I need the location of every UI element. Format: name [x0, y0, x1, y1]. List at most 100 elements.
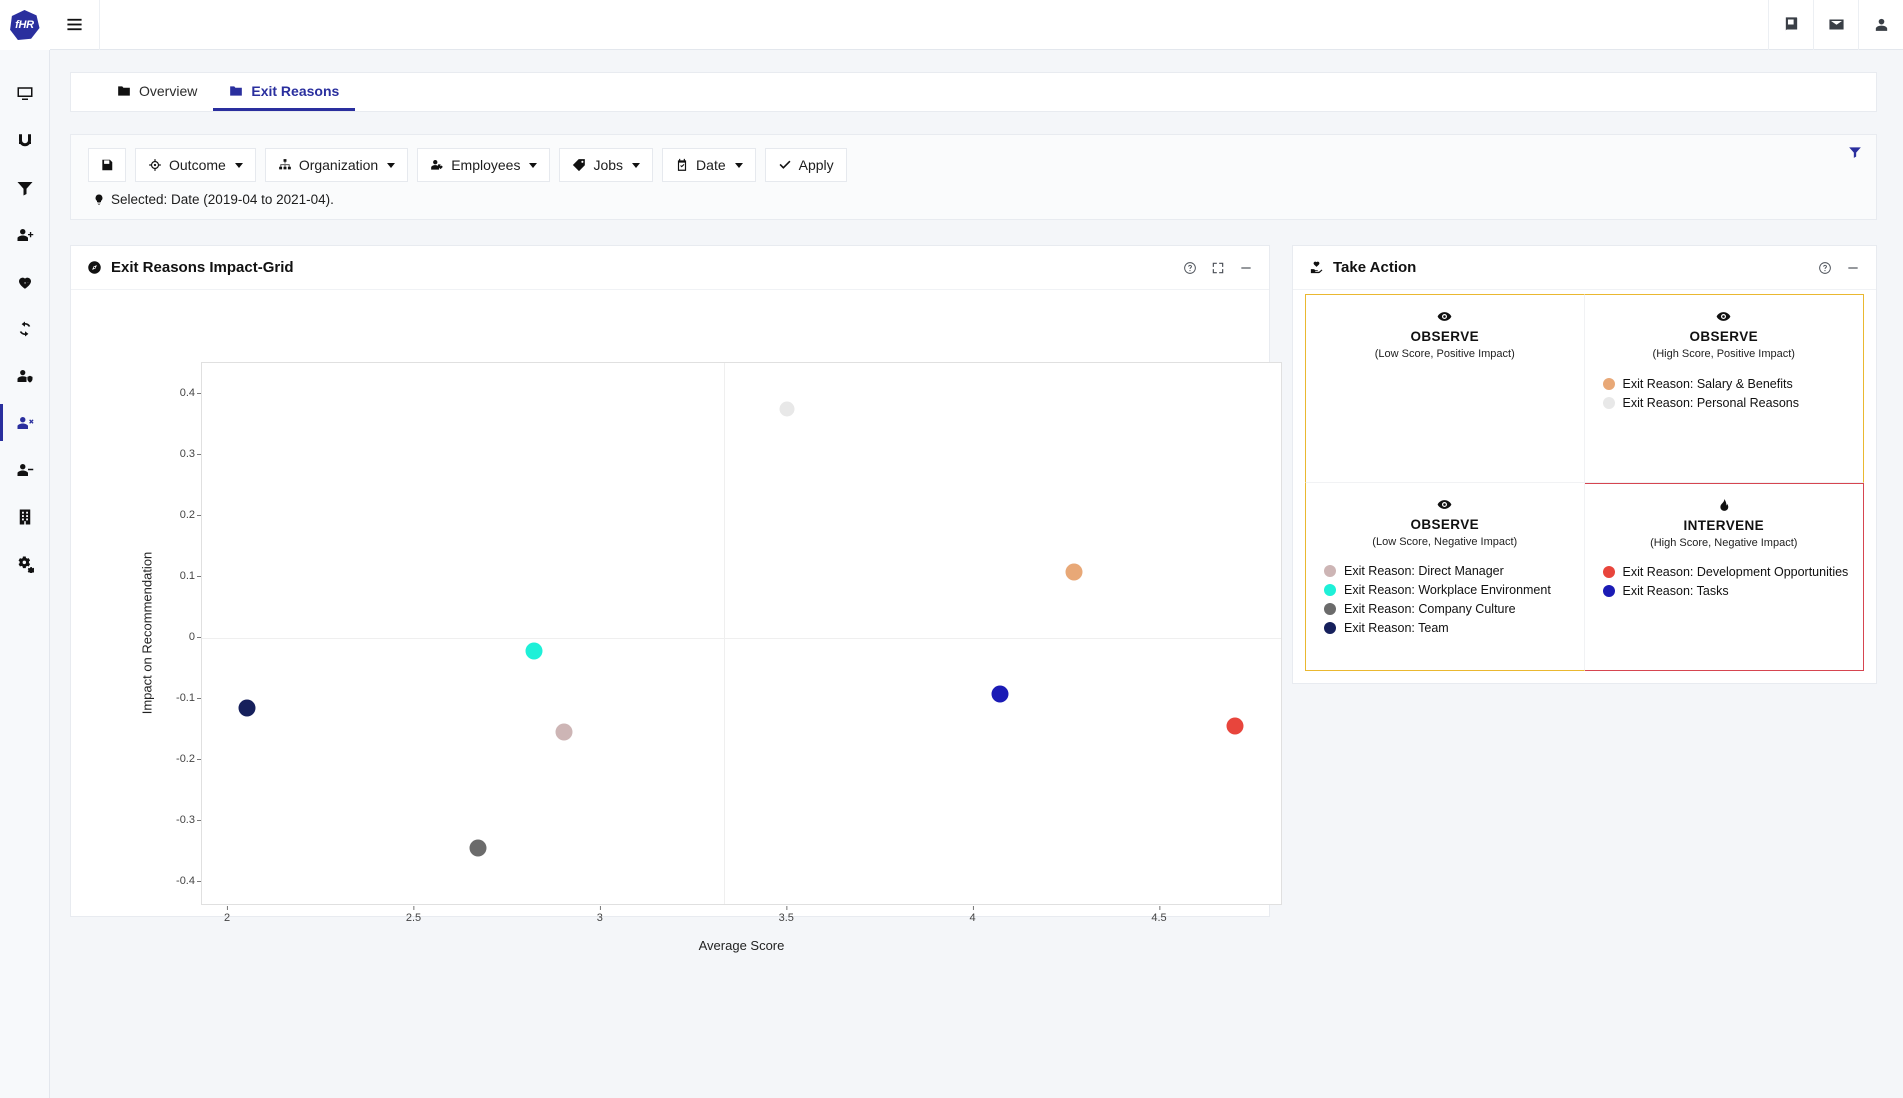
eye-icon: [1716, 312, 1731, 321]
x-tick-label: 2.5: [405, 906, 422, 924]
user-tag-icon: [431, 160, 444, 170]
fullscreen-button[interactable]: [1211, 261, 1225, 275]
color-swatch: [1324, 622, 1336, 634]
chart-card-tools: [1183, 261, 1253, 275]
folder-icon: [230, 85, 243, 96]
action-quadrant-observe-1: OBSERVE (High Score, Positive Impact) Exit…: [1584, 294, 1864, 483]
tab-bar: Overview Exit Reasons: [70, 72, 1877, 112]
eye-icon: [1437, 312, 1452, 321]
scatter-plot: Impact on Recommendation 0.4 0.3 0.2 0.1 0 -0…: [71, 290, 1282, 953]
question-circle-icon: [1184, 261, 1196, 274]
list-item[interactable]: Exit Reason: Workplace Environment: [1324, 581, 1574, 600]
quadrant-title: INTERVENE: [1683, 517, 1765, 533]
sidebar-item-list: [0, 70, 50, 587]
quadrant-line-horizontal: [202, 637, 1281, 639]
help-button[interactable]: [1183, 261, 1197, 275]
list-item[interactable]: Exit Reason: Team: [1324, 619, 1574, 638]
scatter-point[interactable]: [991, 685, 1009, 703]
y-tick-label: -0.1: [176, 691, 201, 704]
list-item[interactable]: Exit Reason: Development Opportunities: [1602, 563, 1854, 582]
filter-employees-button[interactable]: Employees: [417, 148, 551, 182]
book-button[interactable]: [1768, 0, 1813, 50]
sidebar-item-dashboard[interactable]: [0, 70, 50, 117]
tab-exit-reasons[interactable]: Exit Reasons: [213, 73, 356, 111]
sidebar-item-attraction[interactable]: [0, 117, 50, 164]
top-bar-actions: [1768, 0, 1903, 50]
y-tick-label: -0.4: [176, 874, 201, 887]
y-tick-label: 0: [188, 630, 202, 643]
envelope-button[interactable]: [1813, 0, 1858, 50]
chevron-down-icon: [387, 162, 396, 168]
brand-logo[interactable]: fHR: [0, 0, 50, 50]
question-circle-icon: [1819, 261, 1831, 274]
filter-button-label: Outcome: [169, 157, 226, 173]
calendar-check-icon: [677, 158, 687, 171]
collapse-button[interactable]: [1239, 261, 1253, 275]
scatter-point[interactable]: [525, 642, 543, 660]
scatter-point[interactable]: [1226, 717, 1244, 735]
y-tick-label: 0.4: [179, 386, 202, 399]
filter-jobs-button[interactable]: Jobs: [559, 148, 654, 182]
sidebar-item-compliance[interactable]: [0, 352, 50, 399]
book-icon: [1785, 17, 1797, 31]
sidebar-item-settings[interactable]: [0, 540, 50, 587]
sidebar-item-organization[interactable]: [0, 493, 50, 540]
color-swatch: [1602, 396, 1615, 409]
quadrant-title: OBSERVE: [1410, 516, 1480, 532]
action-card-tools: [1818, 261, 1860, 275]
brand-badge-label: fHR: [10, 10, 40, 40]
scatter-point[interactable]: [779, 401, 795, 417]
list-item-label: Exit Reason: Salary & Benefits: [1622, 376, 1793, 391]
user-button[interactable]: [1858, 0, 1903, 50]
quadrant-item-list: Exit Reason: Development Opportunities Ex…: [1595, 563, 1854, 601]
quadrant-subtitle: (High Score, Negative Impact): [1650, 536, 1798, 549]
filter-apply-button[interactable]: Apply: [764, 148, 847, 182]
filter-outcome-button[interactable]: Outcome: [135, 148, 256, 182]
scatter-point[interactable]: [238, 699, 256, 717]
sidebar-item-recruiting[interactable]: [0, 211, 50, 258]
filter-button-label: Organization: [298, 157, 379, 173]
filter-date-button[interactable]: Date: [662, 148, 756, 182]
save-filter-button[interactable]: [88, 148, 126, 182]
list-item[interactable]: Exit Reason: Company Culture: [1324, 600, 1574, 619]
help-button[interactable]: [1818, 261, 1832, 275]
sidebar-item-filter[interactable]: [0, 164, 50, 211]
sidebar-item-wellbeing[interactable]: [0, 258, 50, 305]
list-item-label: Exit Reason: Company Culture: [1344, 602, 1516, 616]
list-item[interactable]: Exit Reason: Personal Reasons: [1602, 393, 1854, 412]
quadrant-line-vertical: [723, 363, 725, 904]
hamburger-icon[interactable]: [50, 0, 100, 50]
filter-icon[interactable]: [1848, 135, 1862, 169]
scatter-point[interactable]: [555, 723, 573, 741]
y-tick-label: -0.2: [176, 752, 201, 765]
top-bar: [50, 0, 1903, 50]
collapse-button[interactable]: [1846, 261, 1860, 275]
filter-organization-button[interactable]: Organization: [264, 148, 409, 182]
list-item[interactable]: Exit Reason: Salary & Benefits: [1602, 374, 1854, 393]
action-quadrant-observe-0: OBSERVE (Low Score, Positive Impact): [1305, 294, 1585, 483]
list-item-label: Exit Reason: Tasks: [1622, 584, 1729, 598]
list-item[interactable]: Exit Reason: Tasks: [1602, 582, 1854, 601]
hand-heart-icon: [1310, 261, 1323, 274]
user-shield-icon: [17, 369, 32, 382]
tab-overview[interactable]: Overview: [101, 73, 213, 111]
selected-filters-text: Selected: Date (2019-04 to 2021-04).: [111, 192, 334, 207]
filter-icon: [17, 181, 32, 195]
sidebar-item-offboarding[interactable]: [0, 446, 50, 493]
sidebar-item-retention[interactable]: [0, 305, 50, 352]
list-item-label: Exit Reason: Personal Reasons: [1622, 395, 1799, 410]
color-swatch: [1602, 377, 1615, 390]
chevron-down-icon: [632, 162, 641, 168]
quadrant-title: OBSERVE: [1410, 329, 1480, 344]
envelope-icon: [1828, 19, 1844, 30]
building-icon: [19, 509, 30, 524]
action-card-title-group: Take Action: [1309, 259, 1416, 276]
scatter-point[interactable]: [469, 839, 487, 857]
list-item[interactable]: Exit Reason: Direct Manager: [1324, 562, 1574, 581]
scatter-point[interactable]: [1065, 563, 1083, 581]
x-tick-label: 3.5: [778, 906, 794, 924]
x-tick-label: 3: [596, 906, 603, 924]
left-sidebar: fHR: [0, 0, 50, 1098]
sidebar-item-exits[interactable]: [0, 399, 50, 446]
lightbulb-icon: [95, 194, 103, 205]
